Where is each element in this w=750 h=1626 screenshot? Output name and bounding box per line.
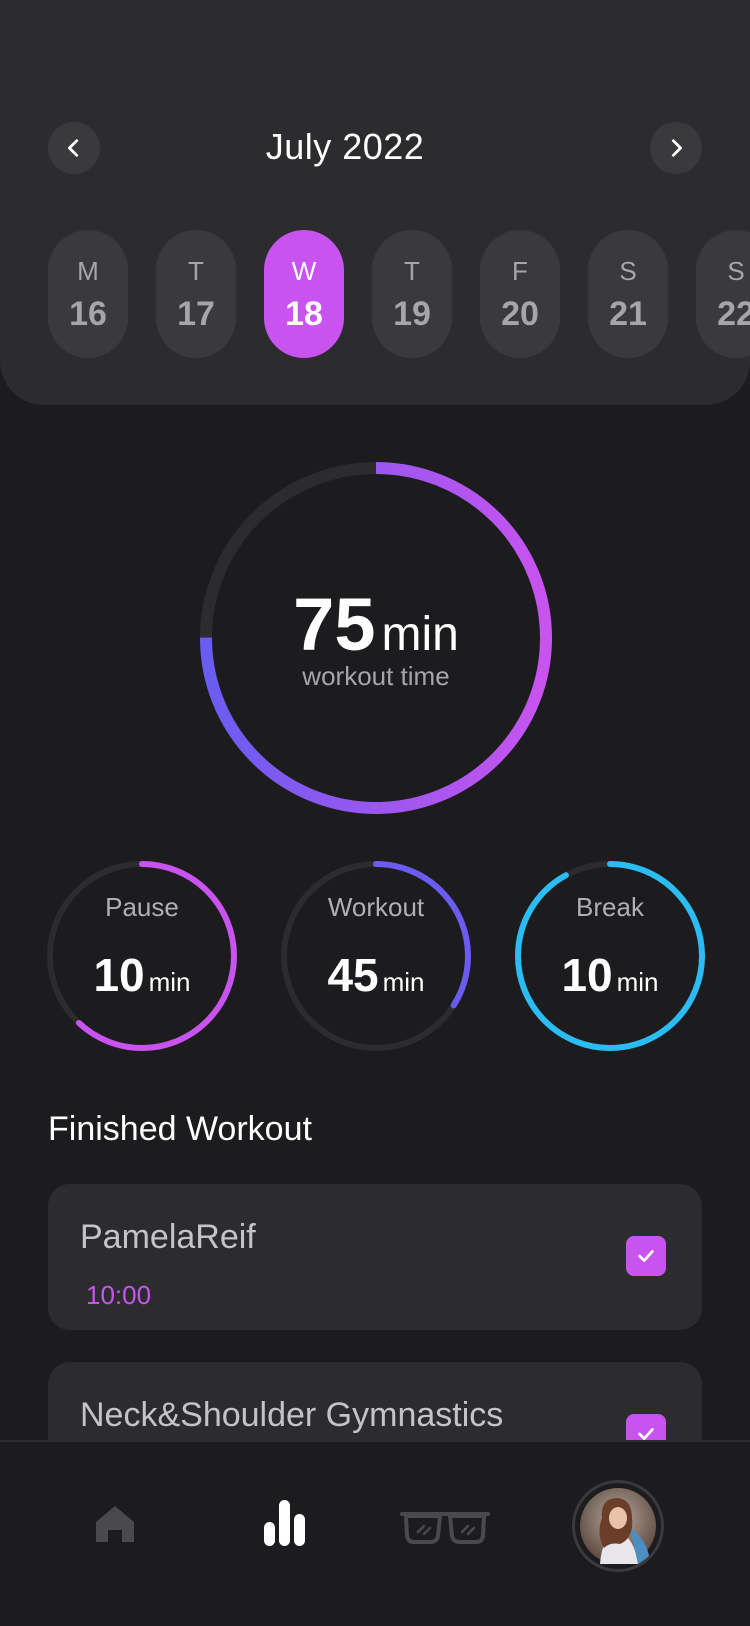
day-chip[interactable]: T 19: [372, 230, 452, 358]
stat-unit: min: [382, 967, 425, 997]
nav-profile[interactable]: [572, 1480, 664, 1572]
day-name: S: [619, 256, 637, 286]
break-stat: Break 10 min: [510, 856, 710, 1056]
day-chip[interactable]: S 21: [588, 230, 668, 358]
workout-time: 10:00: [86, 1280, 152, 1310]
stat-value: 10: [93, 949, 145, 1001]
calendar-header: July 2022 M 16 T 17 W 18 T 19 F 20 S 21 …: [0, 0, 750, 405]
workout-time-ring: 75 min workout time: [190, 452, 562, 824]
workout-time-unit: min: [381, 608, 459, 661]
day-name: T: [188, 256, 204, 286]
day-chip[interactable]: T 17: [156, 230, 236, 358]
nav-glasses[interactable]: [400, 1510, 490, 1544]
day-name: S: [727, 256, 745, 286]
chevron-right-icon: [671, 139, 682, 157]
stat-value: 45: [327, 949, 379, 1001]
day-number: 17: [177, 295, 215, 333]
day-name: F: [512, 256, 528, 286]
pause-stat: Pause 10 min: [42, 856, 242, 1056]
day-number: 22: [717, 295, 750, 333]
day-chip[interactable]: S 22: [696, 230, 750, 358]
workout-title: PamelaReif: [80, 1218, 256, 1256]
day-name: T: [404, 256, 420, 286]
day-number: 18: [285, 295, 323, 333]
day-name: M: [77, 256, 99, 286]
day-number: 19: [393, 295, 431, 333]
check-icon: [638, 1250, 654, 1262]
stat-label: Pause: [105, 892, 179, 922]
stat-unit: min: [616, 967, 659, 997]
stat-unit: min: [148, 967, 191, 997]
workout-title: Neck&Shoulder Gymnastics: [80, 1396, 504, 1434]
nav-home[interactable]: [94, 1504, 136, 1544]
month-title: July 2022: [265, 126, 425, 167]
glasses-icon: [400, 1512, 490, 1544]
day-name: W: [291, 256, 317, 286]
day-number: 21: [609, 295, 647, 333]
day-chip[interactable]: M 16: [48, 230, 128, 358]
checkbox[interactable]: [626, 1236, 666, 1276]
stats-icon: [264, 1500, 305, 1546]
day-chip-selected[interactable]: W 18: [264, 230, 344, 358]
home-icon: [96, 1506, 134, 1542]
bottom-navigation: [0, 1440, 750, 1626]
stat-label: Workout: [327, 892, 425, 922]
workout-time-label: workout time: [302, 661, 450, 691]
day-number: 16: [69, 295, 107, 333]
workout-time-value: 75: [293, 583, 376, 666]
day-chip[interactable]: F 20: [480, 230, 560, 358]
stat-value: 10: [561, 949, 613, 1001]
next-month-button[interactable]: [650, 122, 702, 174]
day-number: 20: [501, 295, 539, 333]
profile-photo: [580, 1488, 656, 1564]
ring-readout: 75 min workout time: [190, 582, 562, 692]
workout-card[interactable]: PamelaReif 10:00: [48, 1184, 702, 1330]
stat-label: Break: [576, 892, 644, 922]
workout-stat: Workout 45 min: [276, 856, 476, 1056]
nav-stats[interactable]: [262, 1498, 308, 1548]
avatar: [572, 1480, 664, 1572]
finished-workout-heading: Finished Workout: [48, 1110, 312, 1148]
